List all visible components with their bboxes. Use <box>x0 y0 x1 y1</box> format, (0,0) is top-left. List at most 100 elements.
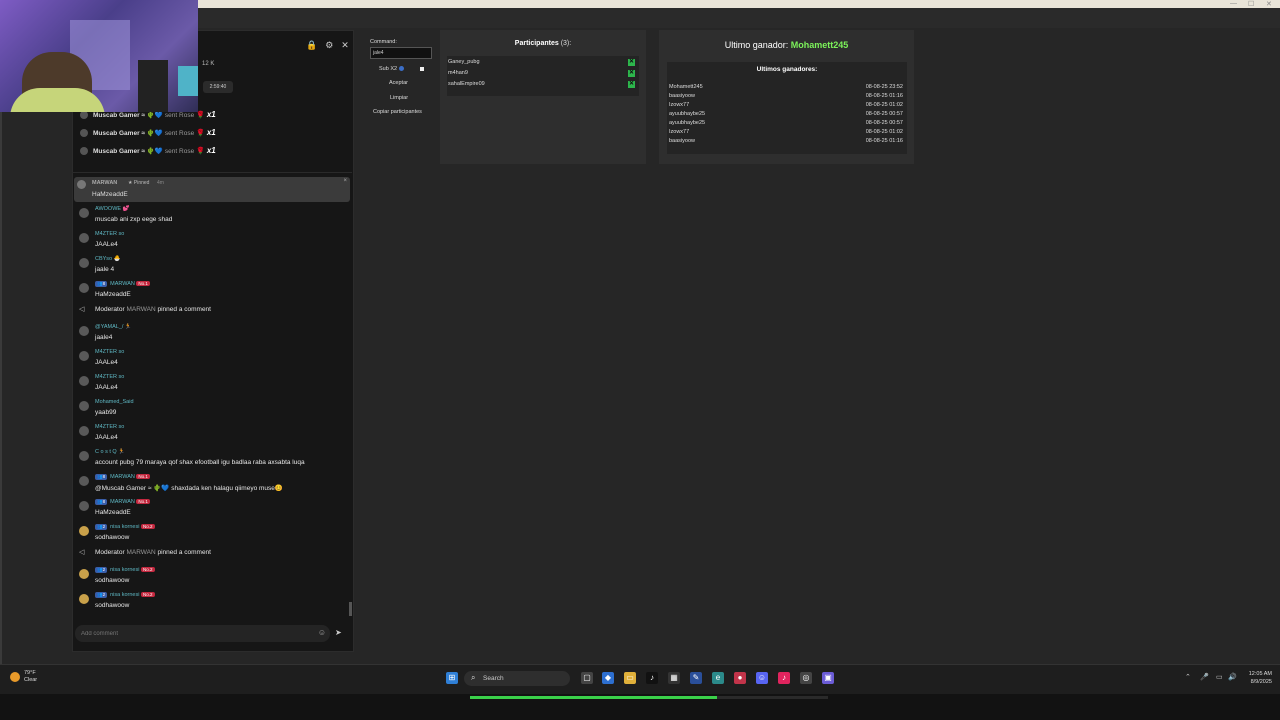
gift-user[interactable]: Muscab Gamer ≈ 🌵💙 <box>93 148 163 155</box>
message-user[interactable]: @YAMAL_/ 🏃 <box>95 324 132 330</box>
taskbar-clock[interactable]: 12:05 AM 8/9/2025 <box>1244 670 1272 686</box>
sys-mod: MARWAN <box>126 549 156 556</box>
edge-icon[interactable]: e <box>712 672 724 684</box>
discord-icon[interactable]: ☺ <box>756 672 768 684</box>
settings-icon[interactable]: ⚙ <box>325 40 333 50</box>
tiktok-live-icon[interactable]: ♪ <box>778 672 790 684</box>
network-icon[interactable]: ▭ <box>1216 673 1223 681</box>
sun-icon <box>10 672 20 682</box>
winner-row: Izowx77 08-08-25 01:02 <box>669 102 903 108</box>
pinned-comment[interactable]: MARWAN ★ Pinned 4m HaMzeaddE × <box>74 177 350 202</box>
message-user-line[interactable]: 👥8 MARWAN No.1 <box>95 474 153 480</box>
command-input[interactable]: jale4 <box>370 47 432 59</box>
close-window-icon[interactable]: ✕ <box>1266 0 1272 8</box>
comment-input[interactable] <box>79 627 313 641</box>
maximize-icon[interactable]: ☐ <box>1248 0 1254 8</box>
progress-bar <box>470 696 828 699</box>
close-icon[interactable]: ✕ <box>341 40 349 50</box>
rose-icon: 🌹 <box>196 148 205 155</box>
mic-icon[interactable]: 🎤 <box>1200 673 1209 681</box>
message-user[interactable]: M4ZTER so <box>95 424 124 430</box>
chrome-icon[interactable]: ◎ <box>800 672 812 684</box>
lock-icon[interactable]: 🔒 <box>306 40 317 50</box>
task-view-icon[interactable]: ▢ <box>581 672 593 684</box>
chat-message: 👥2 nisa kornesi No.2 sodhawoow <box>79 592 349 614</box>
obs-icon[interactable]: ● <box>734 672 746 684</box>
emoji-icon[interactable]: ☺ <box>318 628 326 637</box>
app-icon[interactable]: ▣ <box>822 672 834 684</box>
gift-multiplier: x1 <box>206 110 216 119</box>
taskbar-search[interactable]: ⌕ Search <box>464 671 570 686</box>
likes-count: 12 K <box>202 61 215 67</box>
sub-x2-checkbox[interactable] <box>420 66 425 71</box>
sub-x2-toggle[interactable]: Sub X2 <box>379 66 425 72</box>
message-user-line[interactable]: 👥2 nisa kornesi No.2 <box>95 524 158 530</box>
message-text: JAALe4 <box>95 434 118 441</box>
rank-badge: No.2 <box>141 524 155 529</box>
winner-date: 08-08-25 01:16 <box>865 138 903 144</box>
message-user-line[interactable]: 👥8 MARWAN No.1 <box>95 281 153 287</box>
comment-box: ☺ <box>75 625 330 642</box>
chat-message: M4ZTER so JAALe4 <box>79 374 349 396</box>
stream-timer: 2:59:40 <box>203 81 233 93</box>
clear-button[interactable]: Limpiar <box>390 95 408 101</box>
pinned-text: HaMzeaddE <box>92 191 128 198</box>
minimize-icon[interactable]: — <box>1230 0 1237 7</box>
message-user-line[interactable]: 👥2 nisa kornesi No.2 <box>95 567 158 573</box>
message-user-line[interactable]: 👥2 nisa kornesi No.2 <box>95 592 158 598</box>
chat-message: Mohamed_Said yaab99 <box>79 399 349 421</box>
command-label: Command: <box>370 39 397 45</box>
remove-participant-icon[interactable]: ✕ <box>628 81 635 88</box>
sub-x2-label: Sub X2 <box>379 66 398 72</box>
left-edge <box>0 28 2 664</box>
message-user[interactable]: CBYso 🐣 <box>95 256 121 262</box>
message-user[interactable]: M4ZTER so <box>95 231 124 237</box>
level-badge: 👥2 <box>95 567 108 573</box>
message-user[interactable]: C o s t Q 🏃 <box>95 449 125 455</box>
message-user[interactable]: M4ZTER so <box>95 349 124 355</box>
last-winner-heading: Ultimo ganador: Mohamett245 <box>659 40 914 50</box>
copilot-icon[interactable]: ◆ <box>602 672 614 684</box>
message-user[interactable]: Mohamed_Said <box>95 399 134 405</box>
sys-prefix: Moderator <box>95 549 125 556</box>
clock-date: 8/9/2025 <box>1250 679 1272 685</box>
tiktok-icon[interactable]: ♪ <box>646 672 658 684</box>
message-user[interactable]: M4ZTER so <box>95 374 124 380</box>
chevron-up-icon[interactable]: ⌃ <box>1185 673 1191 681</box>
gift-text: sent Rose <box>164 112 195 119</box>
message-user: MARWAN <box>110 474 135 480</box>
rank-badge: No.1 <box>136 499 150 504</box>
avatar <box>80 147 88 156</box>
message-user[interactable]: AWOOWE 💕 <box>95 206 129 212</box>
start-icon[interactable]: ⊞ <box>446 672 458 684</box>
winner-date: 08-08-25 23:52 <box>865 84 903 90</box>
sys-text: pinned a comment <box>157 549 211 556</box>
winner-row: ayuubhaybe25 08-08-25 00:57 <box>669 111 903 117</box>
weather-widget[interactable]: 79°F Clear <box>10 670 37 684</box>
remove-participant-icon[interactable]: ✕ <box>628 59 635 66</box>
file-explorer-icon[interactable]: ▭ <box>624 672 636 684</box>
winner-date: 08-08-25 01:16 <box>865 93 903 99</box>
message-text: jaale 4 <box>95 266 115 273</box>
gift-user[interactable]: Muscab Gamer ≈ 🌵💙 <box>93 130 163 137</box>
copy-participants-button[interactable]: Copiar participantes <box>373 109 422 115</box>
gift-text: sent Rose <box>164 130 195 137</box>
chat-message: 👥2 nisa kornesi No.2 sodhawoow <box>79 524 349 546</box>
message-text: HaMzeaddE <box>95 291 131 298</box>
remove-participant-icon[interactable]: ✕ <box>628 70 635 77</box>
winner-date: 08-08-25 00:57 <box>865 120 903 126</box>
send-icon[interactable]: ➤ <box>335 628 342 637</box>
message-user-line[interactable]: 👥8 MARWAN No.1 <box>95 499 153 505</box>
volume-icon[interactable]: 🔊 <box>1228 673 1237 681</box>
avatar <box>79 476 89 486</box>
system-message: ◁ Moderator MARWAN pinned a comment <box>79 548 349 560</box>
winners-list-title: Ultimos ganadores: <box>756 66 818 73</box>
accept-button[interactable]: Aceptar <box>389 80 408 86</box>
notepad-icon[interactable]: ✎ <box>690 672 702 684</box>
calendar-icon[interactable]: ▦ <box>668 672 680 684</box>
unpin-icon[interactable]: × <box>343 178 347 184</box>
gift-user[interactable]: Muscab Gamer ≈ 🌵💙 <box>93 112 163 119</box>
chat-scrollbar[interactable] <box>349 602 352 616</box>
avatar <box>79 426 89 436</box>
winner-name: Izowx77 <box>669 102 690 108</box>
